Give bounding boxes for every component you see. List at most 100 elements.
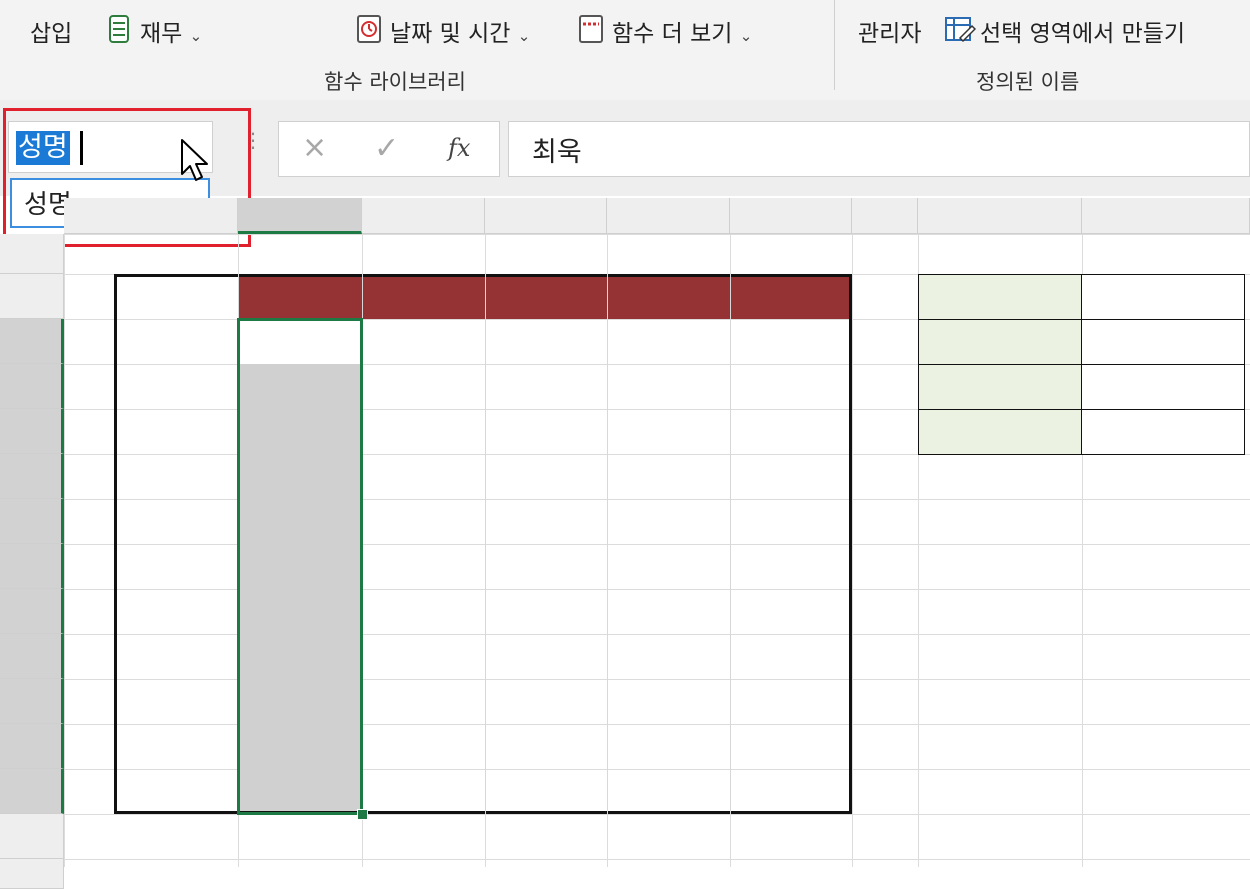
row-header-12[interactable] [0,724,64,769]
column-header-g[interactable] [730,198,852,234]
column-header-f[interactable] [607,198,730,234]
create-from-selection-button[interactable]: 선택 영역에서 만들기 [980,14,1185,48]
score-cell[interactable] [362,364,485,409]
score-cell[interactable] [485,724,607,769]
score-cell[interactable] [607,319,730,364]
score-cell[interactable] [485,589,607,634]
grade-cell[interactable] [114,544,120,589]
score-cell[interactable] [730,499,852,544]
name-cell[interactable] [238,544,362,589]
name-cell[interactable] [238,634,362,679]
score-cell[interactable] [730,454,852,499]
score-cell[interactable] [607,589,730,634]
grade-cell[interactable] [114,679,120,724]
grade-cell[interactable] [114,409,120,454]
row-header-10[interactable] [0,634,64,679]
score-cell[interactable] [730,319,852,364]
average-value-cell[interactable] [1081,409,1245,455]
score-cell[interactable] [485,409,607,454]
grade-cell[interactable] [114,769,120,814]
grade-cell[interactable] [114,499,120,544]
name-cell[interactable] [238,364,362,409]
column-header-e[interactable] [485,198,607,234]
name-cell[interactable] [238,769,362,814]
row-header-11[interactable] [0,679,64,724]
formula-bar[interactable] [508,121,1250,177]
grade-cell[interactable] [114,724,120,769]
row-header-5[interactable] [0,409,64,454]
average-label-cell[interactable] [918,409,1082,455]
score-cell[interactable] [730,409,852,454]
score-cell[interactable] [362,499,485,544]
score-cell[interactable] [730,364,852,409]
score-cell[interactable] [485,364,607,409]
grade-cell[interactable] [114,454,120,499]
row-header-14[interactable] [0,814,64,859]
grade-cell[interactable] [114,319,120,364]
row-header-8[interactable] [0,544,64,589]
score-cell[interactable] [607,499,730,544]
score-cell[interactable] [362,634,485,679]
name-cell[interactable] [238,589,362,634]
grade-cell[interactable] [114,364,120,409]
table-header-cell[interactable] [730,274,852,319]
column-header-i[interactable] [918,198,1082,234]
row-header-13[interactable] [0,769,64,814]
average-label-cell[interactable] [918,319,1082,365]
score-cell[interactable] [607,769,730,814]
name-cell[interactable] [238,409,362,454]
average-value-cell[interactable] [1081,364,1245,410]
table-header-cell[interactable] [238,274,362,319]
score-cell[interactable] [730,769,852,814]
average-label-cell[interactable] [918,364,1082,410]
score-cell[interactable] [362,589,485,634]
score-cell[interactable] [485,679,607,724]
name-cell[interactable] [238,454,362,499]
finance-button[interactable]: 재무 ⌄ [140,14,202,48]
enter-icon[interactable]: ✓ [374,131,399,166]
score-cell[interactable] [485,319,607,364]
score-cell[interactable] [730,679,852,724]
score-cell[interactable] [607,724,730,769]
grade-cell[interactable] [114,589,120,634]
column-header-c[interactable] [238,198,362,234]
score-cell[interactable] [362,409,485,454]
score-cell[interactable] [607,544,730,589]
score-cell[interactable] [730,724,852,769]
name-cell[interactable] [238,724,362,769]
row-header-2[interactable] [0,274,64,319]
row-header-4[interactable] [0,364,64,409]
column-header-h[interactable] [852,198,918,234]
row-header-6[interactable] [0,454,64,499]
vertical-dots-icon[interactable]: ⋮ [243,130,263,150]
name-manager-button[interactable]: 관리자 [858,14,921,48]
name-cell[interactable] [238,319,362,364]
average-label-cell[interactable] [918,274,1082,320]
row-header-partial[interactable] [0,859,64,889]
score-cell[interactable] [607,454,730,499]
average-value-cell[interactable] [1081,319,1245,365]
score-cell[interactable] [362,319,485,364]
name-cell[interactable] [238,499,362,544]
more-functions-button[interactable]: 함수 더 보기 ⌄ [612,14,752,48]
datetime-button[interactable]: 날짜 및 시간 ⌄ [390,14,530,48]
table-header-cell[interactable] [485,274,607,319]
formula-bar-value[interactable]: 최욱 [532,130,582,169]
table-header-cell[interactable] [607,274,730,319]
score-cell[interactable] [730,634,852,679]
name-cell[interactable] [238,679,362,724]
score-cell[interactable] [730,544,852,589]
grade-cell[interactable] [114,634,120,679]
fill-handle[interactable] [357,809,368,820]
score-cell[interactable] [362,679,485,724]
insert-function-icon[interactable]: fx [448,134,470,162]
score-cell[interactable] [607,679,730,724]
score-cell[interactable] [485,769,607,814]
row-header-1[interactable] [0,234,64,274]
score-cell[interactable] [485,634,607,679]
score-cell[interactable] [485,454,607,499]
score-cell[interactable] [607,634,730,679]
score-cell[interactable] [607,364,730,409]
average-value-cell[interactable] [1081,274,1245,320]
score-cell[interactable] [362,769,485,814]
